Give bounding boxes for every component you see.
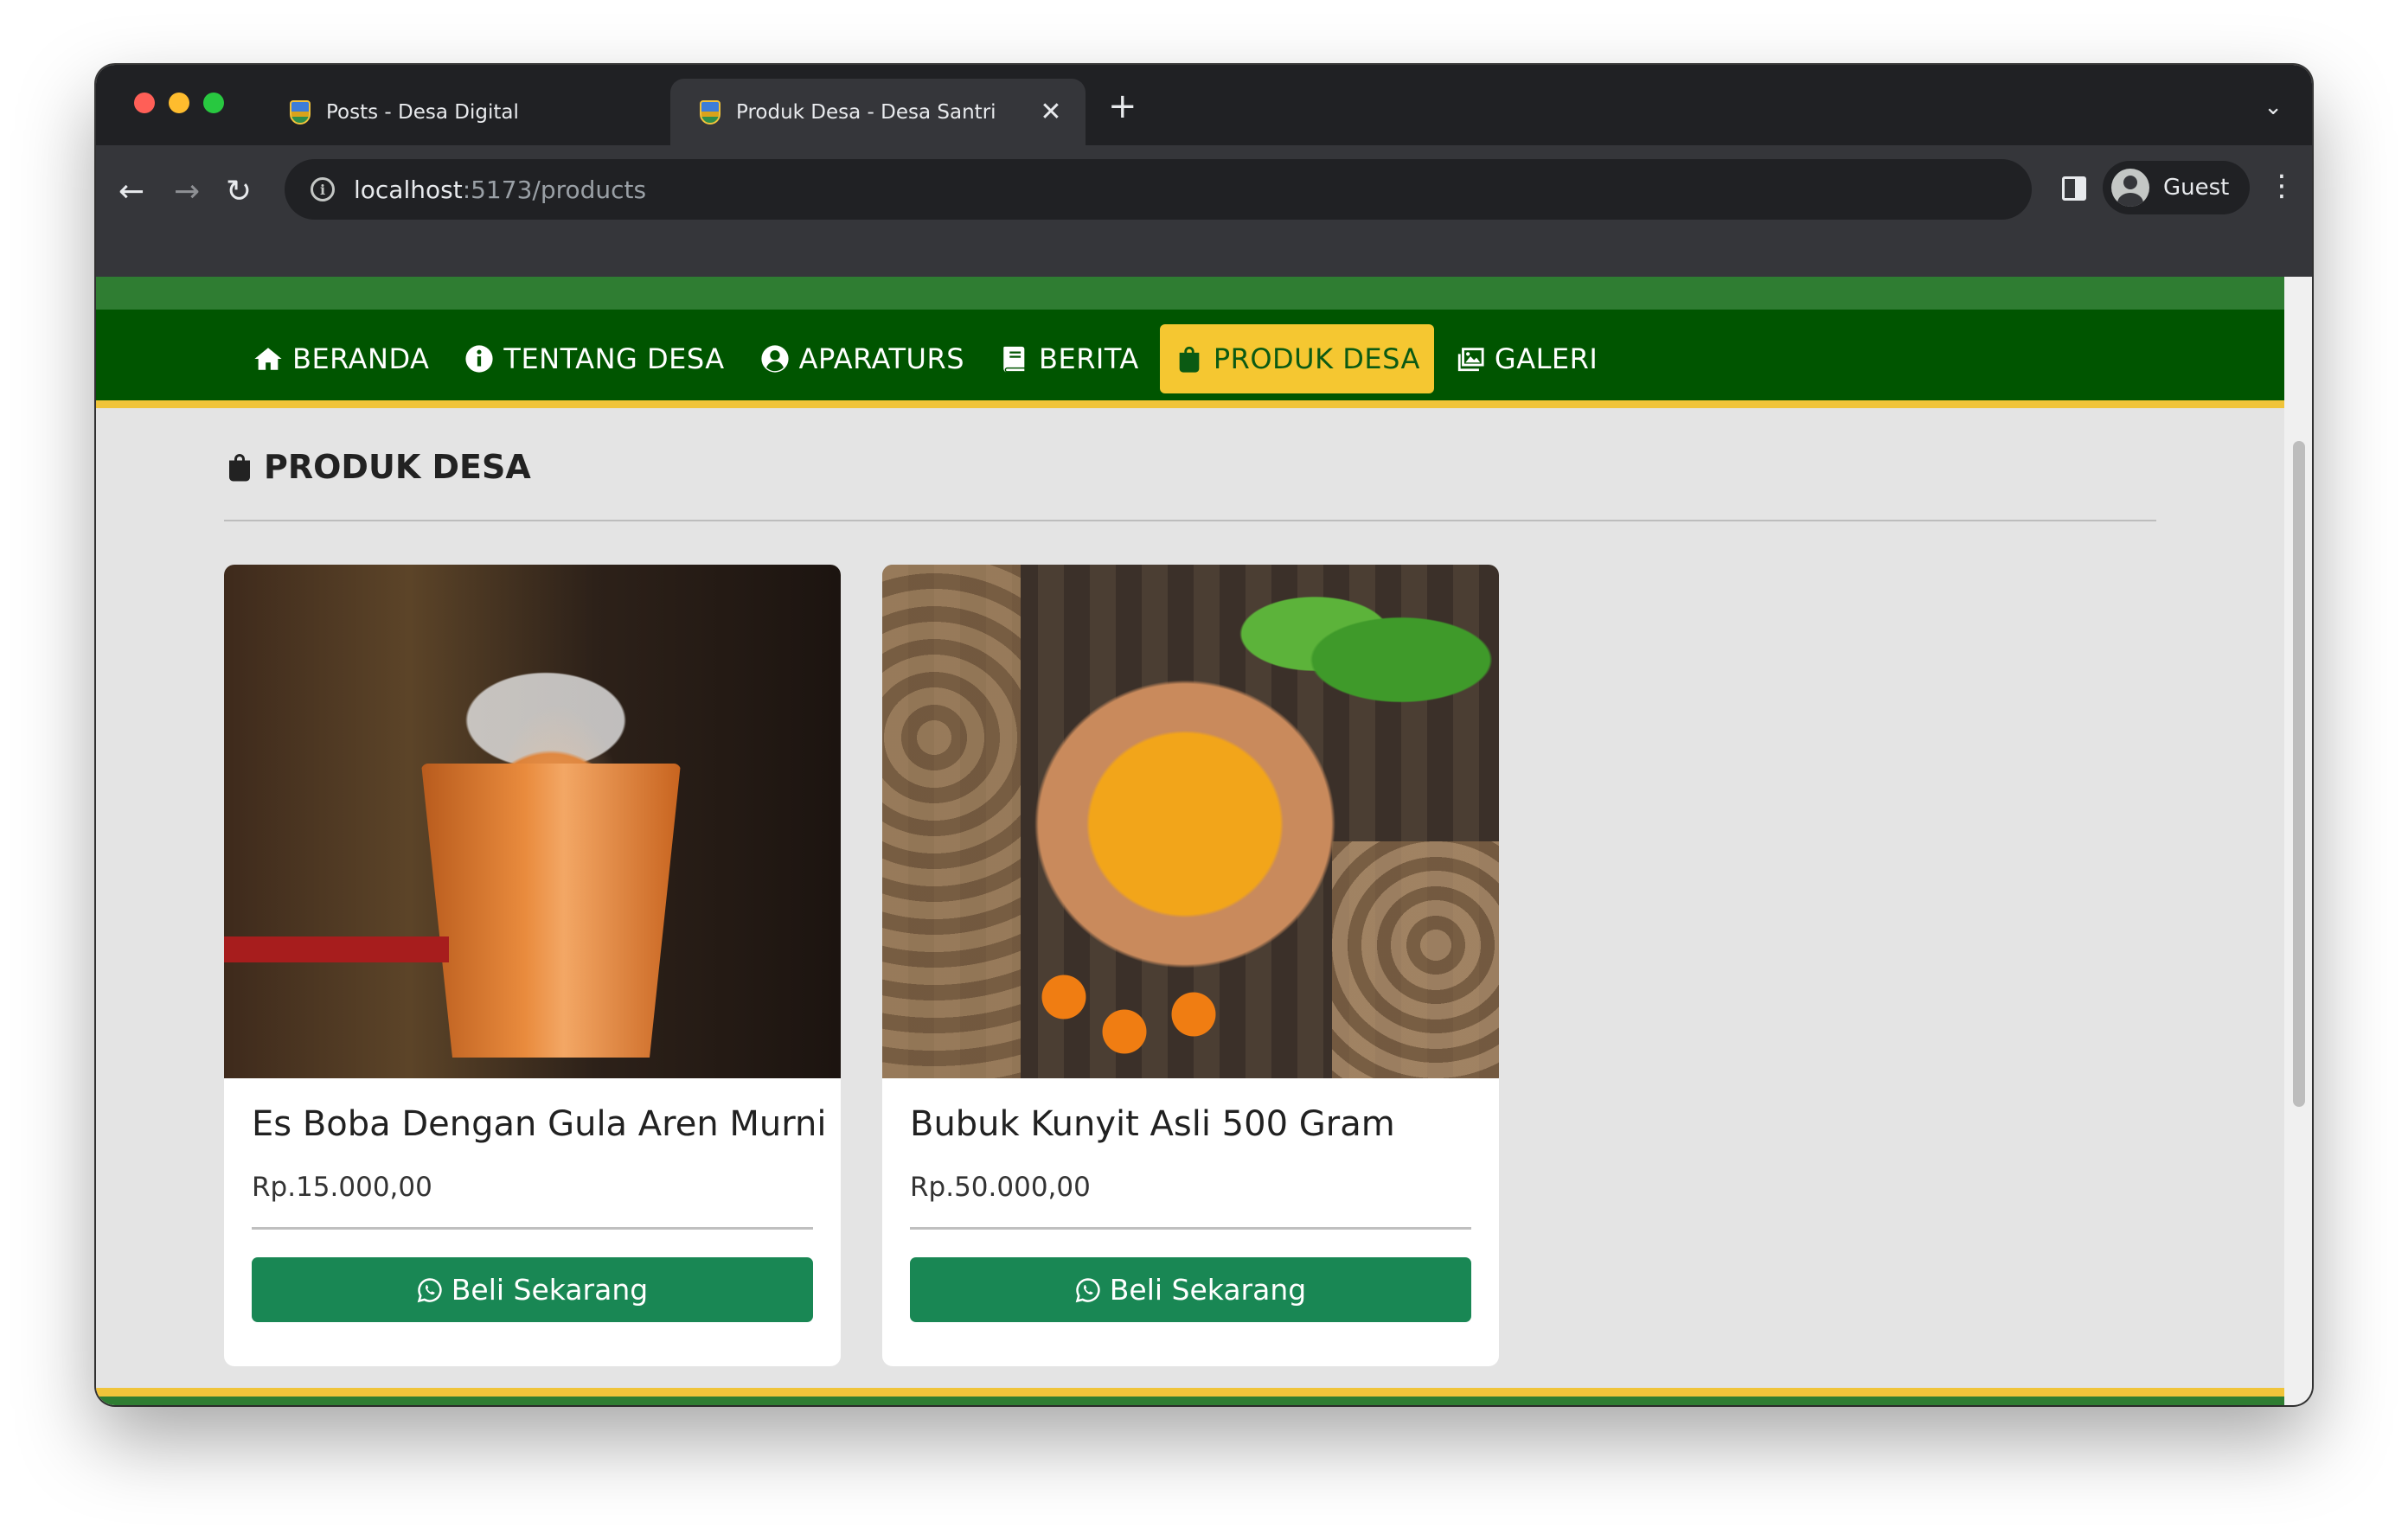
product-price: Rp.15.000,00 [252,1172,432,1203]
home-icon [254,348,282,370]
divider [910,1227,1471,1230]
book-icon [1003,346,1025,373]
more-menu-icon[interactable]: ⋮ [2267,171,2296,201]
maximize-window-button[interactable] [203,93,224,113]
side-panel-icon[interactable] [2062,176,2086,201]
close-tab-icon[interactable]: ✕ [1034,97,1068,127]
nav-item-beranda[interactable]: BERANDA [239,324,443,393]
card-body: Es Boba Dengan Gula Aren Murni Rp.15.000… [224,1104,841,1322]
profile-button[interactable]: Guest [2103,161,2250,214]
tab-strip: Posts - Desa Digital ✕ Produk Desa - Des… [96,65,2312,145]
nav-label: BERITA [1039,342,1139,375]
back-arrow-icon[interactable]: ← [118,176,144,208]
product-card: Es Boba Dengan Gula Aren Murni Rp.15.000… [224,565,841,1366]
nav-label: TENTANG DESA [503,342,725,375]
nav-list: BERANDA TENTANG DESA APARATURS BERITA PR… [239,324,1611,393]
web-page: BERANDA TENTANG DESA APARATURS BERITA PR… [96,277,2284,1405]
info-icon [465,345,493,373]
nav-item-aparaturs[interactable]: APARATURS [746,324,978,393]
product-price: Rp.50.000,00 [910,1172,1091,1203]
url-host: localhost [354,175,463,204]
nav-label: APARATURS [798,342,965,375]
close-window-button[interactable] [134,93,155,113]
product-card: Bubuk Kunyit Asli 500 Gram Rp.50.000,00 … [882,565,1499,1366]
forward-arrow-icon[interactable]: → [174,176,200,208]
browser-toolbar: ← → ↻ i localhost:5173/products Guest ⋮ [96,145,2312,277]
site-info-icon[interactable]: i [311,177,335,201]
reload-icon[interactable]: ↻ [226,176,252,208]
product-image [882,565,1499,1078]
divider [252,1227,813,1230]
address-bar[interactable]: i localhost:5173/products [285,159,2032,220]
nav-item-galeri[interactable]: GALERI [1441,324,1611,393]
footer-strip-green [96,1397,2284,1405]
main-navbar: BERANDA TENTANG DESA APARATURS BERITA PR… [96,310,2284,408]
avatar-icon [2111,169,2149,207]
nav-label: BERANDA [292,342,430,375]
profile-name: Guest [2163,175,2230,201]
tab-title: Produk Desa - Desa Santri [736,100,996,124]
nav-label: GALERI [1494,342,1598,375]
minimize-window-button[interactable] [169,93,189,113]
product-name: Bubuk Kunyit Asli 500 Gram [910,1104,1395,1144]
buy-now-label: Beli Sekarang [451,1273,649,1307]
page-title: PRODUK DESA [224,448,531,486]
shopping-bag-icon [1179,346,1200,373]
header-strip [96,277,2284,310]
url-path: :5173/products [462,175,647,204]
scrollbar-thumb[interactable] [2293,441,2305,1107]
buy-now-button[interactable]: Beli Sekarang [252,1257,813,1322]
new-tab-button[interactable]: + [1108,89,1137,124]
divider [224,520,2156,521]
browser-window: Posts - Desa Digital ✕ Produk Desa - Des… [96,65,2312,1405]
product-grid: Es Boba Dengan Gula Aren Murni Rp.15.000… [224,565,1499,1366]
site-logo-icon [290,99,311,125]
user-circle-icon [761,345,789,373]
tab-produk-desa[interactable]: Produk Desa - Desa Santri ✕ [670,79,1086,145]
buy-now-button[interactable]: Beli Sekarang [910,1257,1471,1322]
product-image [224,565,841,1078]
footer-strip-yellow [96,1388,2284,1397]
whatsapp-icon [1075,1277,1100,1302]
buy-now-label: Beli Sekarang [1109,1273,1307,1307]
nav-item-tentang-desa[interactable]: TENTANG DESA [450,324,738,393]
page-title-text: PRODUK DESA [264,448,531,486]
tab-title: Posts - Desa Digital [326,100,519,124]
images-icon [1457,348,1484,372]
site-logo-icon [700,99,720,125]
card-body: Bubuk Kunyit Asli 500 Gram Rp.50.000,00 … [882,1104,1499,1322]
tab-search-chevron-icon[interactable]: ⌄ [2264,94,2283,120]
nav-item-berita[interactable]: BERITA [985,324,1153,393]
shopping-bag-icon [229,454,250,482]
nav-item-produk-desa[interactable]: PRODUK DESA [1159,324,1434,393]
product-name: Es Boba Dengan Gula Aren Murni [252,1104,827,1144]
whatsapp-icon [417,1277,442,1302]
nav-label: PRODUK DESA [1213,342,1420,375]
